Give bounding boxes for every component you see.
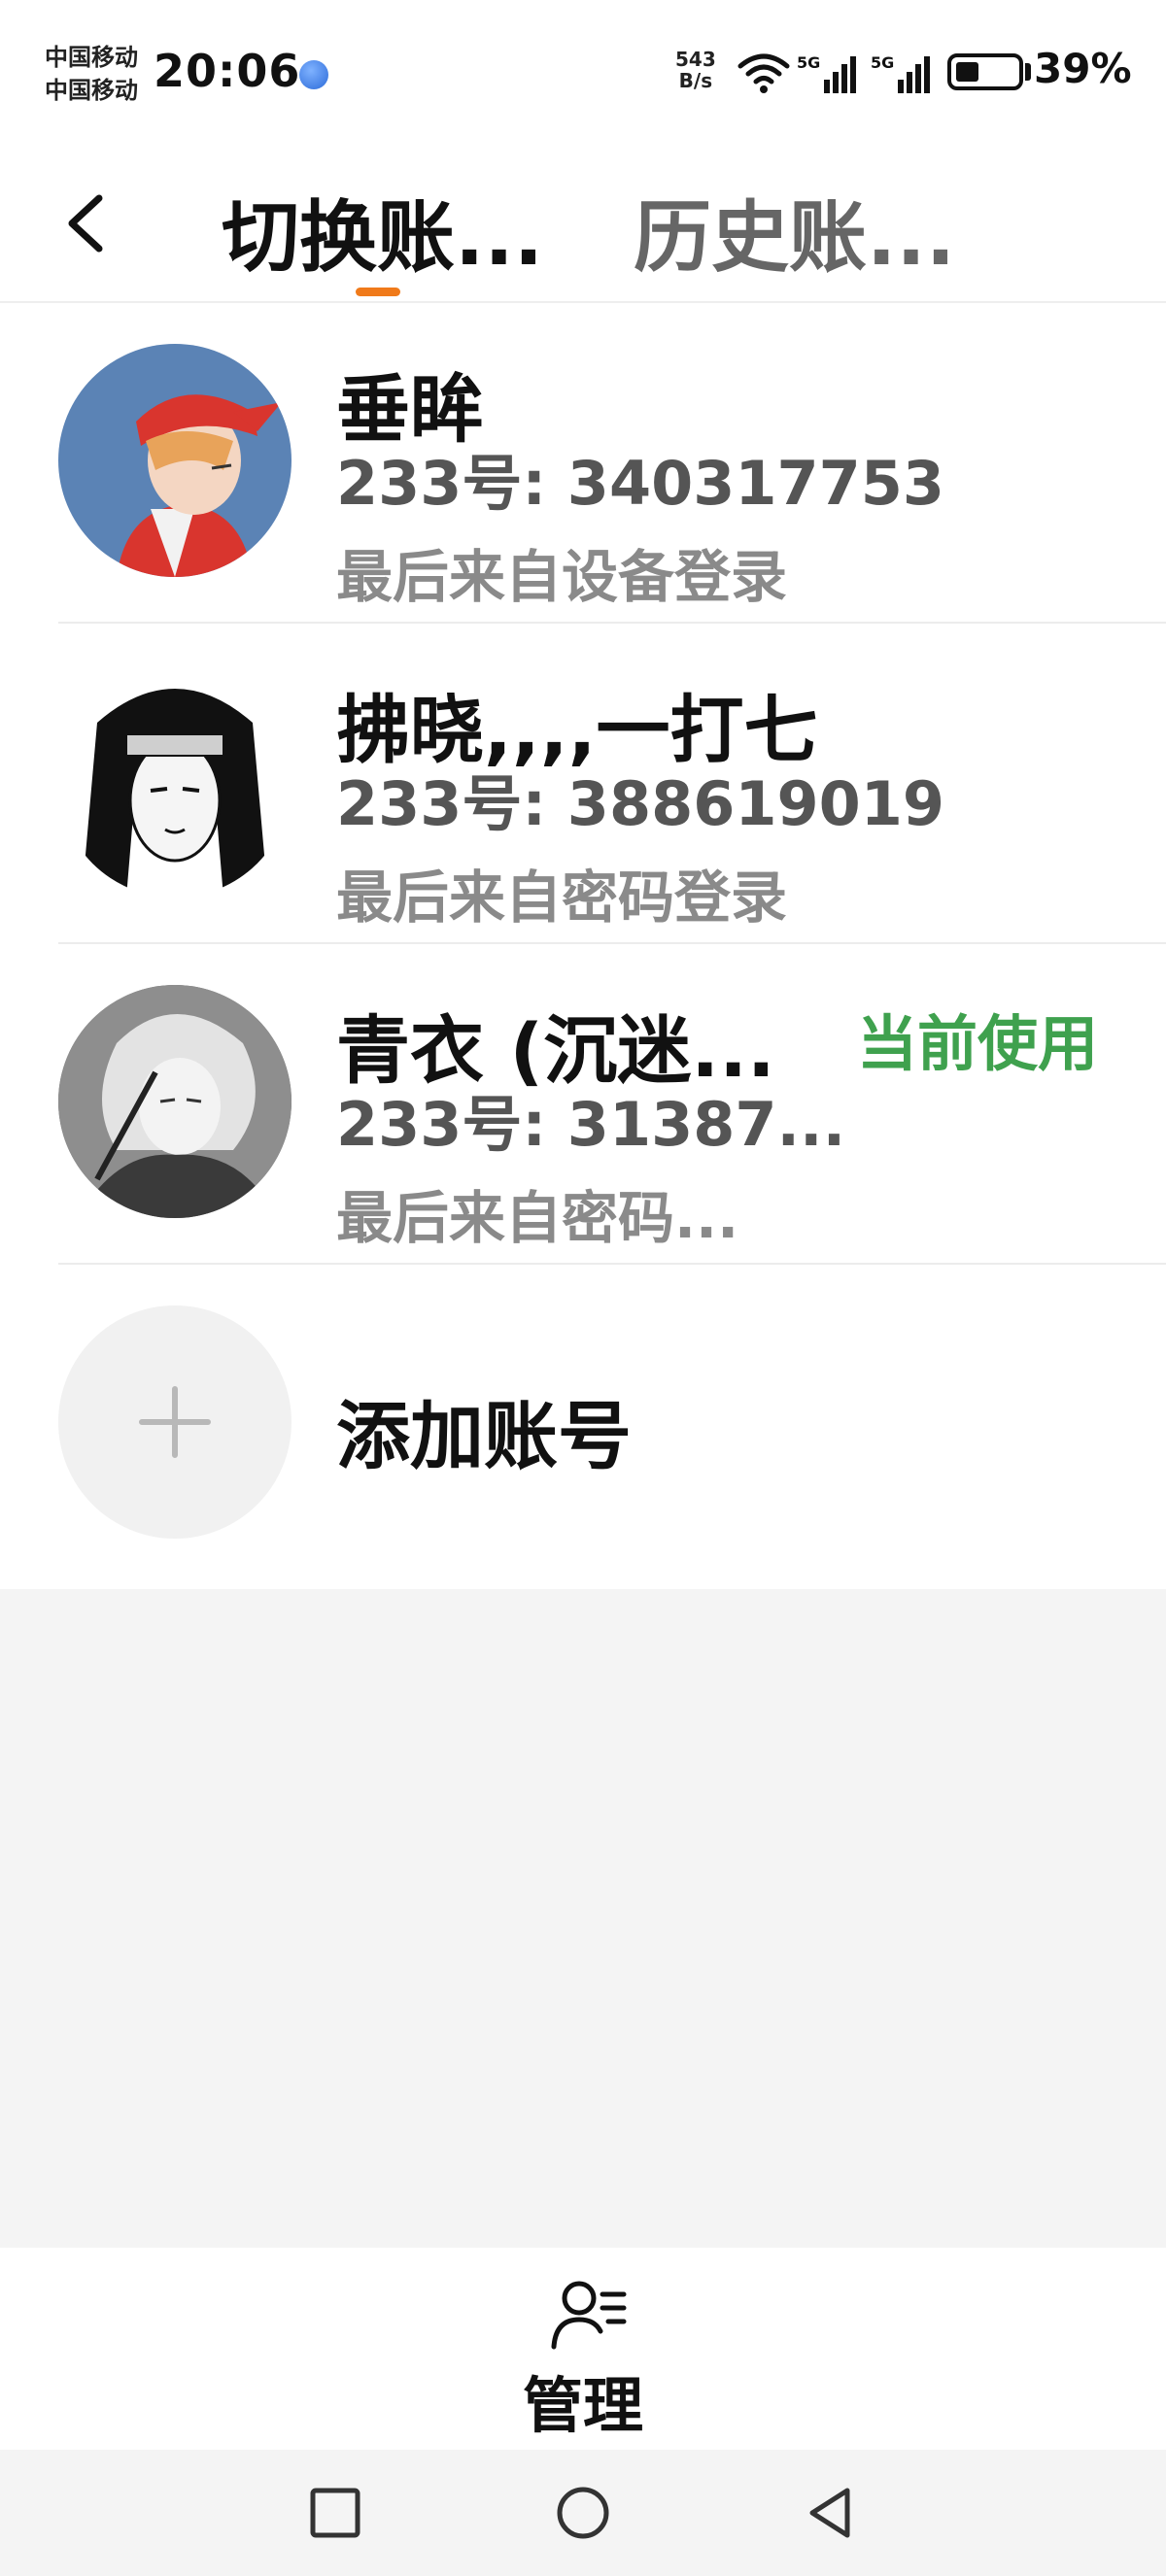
- bottom-bar: 管理: [0, 2248, 1166, 2450]
- battery-icon: [947, 53, 1023, 90]
- home-circle-icon[interactable]: [549, 2479, 617, 2547]
- user-list-icon: [551, 2281, 627, 2350]
- battery-tip: [1025, 63, 1031, 81]
- carrier-2: 中国移动: [45, 77, 138, 104]
- status-bar: 中国移动 中国移动 20:06 543 B/s 5G 5G 39%: [0, 0, 1166, 146]
- account-login-method: 最后来自设备登录: [336, 544, 788, 610]
- tab-switch-account[interactable]: 切换账...: [222, 175, 543, 288]
- carrier-labels: 中国移动 中国移动: [45, 41, 138, 107]
- tab-history-account[interactable]: 历史账...: [634, 175, 955, 288]
- avatar: [58, 985, 292, 1218]
- status-time: 20:06: [154, 45, 301, 97]
- wifi-icon: [737, 53, 790, 93]
- avatar: [58, 344, 292, 577]
- carrier-1: 中国移动: [45, 44, 138, 71]
- back-triangle-icon[interactable]: [797, 2479, 865, 2547]
- header: 切换账... 历史账...: [0, 146, 1166, 303]
- active-tab-indicator: [356, 288, 400, 296]
- cellular-signal-1-icon: 5G: [797, 53, 856, 93]
- avatar: [58, 664, 292, 898]
- add-account-circle[interactable]: [58, 1305, 292, 1539]
- account-row[interactable]: 垂眸 233号: 340317753 最后来自设备登录: [0, 303, 1166, 624]
- plus-icon: [139, 1386, 211, 1458]
- back-arrow-icon[interactable]: [58, 185, 117, 262]
- current-account-badge: 当前使用: [857, 1008, 1099, 1079]
- account-row[interactable]: 青衣 (沉迷... 当前使用 233号: 31387... 最后来自密码...: [0, 944, 1166, 1265]
- recents-square-icon[interactable]: [301, 2479, 369, 2547]
- empty-area: [0, 1589, 1166, 2248]
- battery-percent: 39%: [1034, 45, 1132, 92]
- net-speed-unit: B/s: [678, 69, 713, 92]
- account-login-method: 最后来自密码...: [336, 1185, 739, 1251]
- battery-fill: [956, 62, 978, 82]
- cellular-signal-2-icon: 5G: [871, 53, 930, 93]
- network-speed: 543 B/s: [675, 49, 716, 91]
- account-id: 233号: 340317753: [336, 448, 945, 519]
- account-login-method: 最后来自密码登录: [336, 864, 788, 931]
- account-row[interactable]: 拂晓,,,,一打七 233号: 388619019 最后来自密码登录: [0, 624, 1166, 944]
- signal-2-label: 5G: [871, 53, 894, 72]
- account-id: 233号: 388619019: [336, 768, 945, 839]
- add-account-label: 添加账号: [336, 1393, 632, 1479]
- manage-label: 管理: [522, 2370, 643, 2441]
- notification-dot-icon: [299, 60, 328, 89]
- account-id: 233号: 31387...: [336, 1089, 846, 1160]
- account-list: 垂眸 233号: 340317753 最后来自设备登录 拂晓,,,,一打七 23…: [0, 303, 1166, 1579]
- net-speed-value: 543: [675, 48, 716, 71]
- manage-button[interactable]: 管理: [515, 2267, 651, 2442]
- signal-1-label: 5G: [797, 53, 820, 72]
- add-account-button[interactable]: 添加账号: [0, 1265, 1166, 1579]
- system-navigation-bar: [0, 2450, 1166, 2576]
